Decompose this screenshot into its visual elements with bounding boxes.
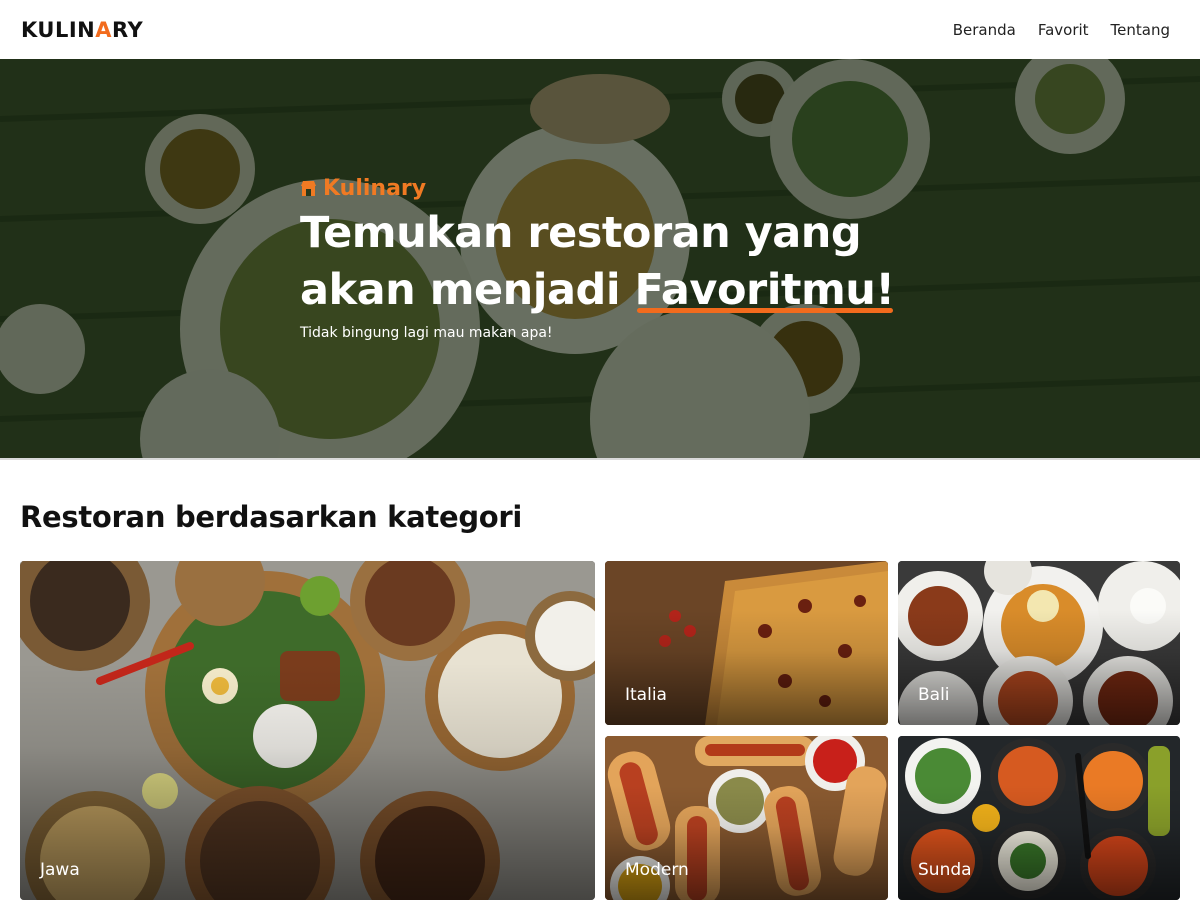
hero-title-highlight: Favoritmu! bbox=[635, 262, 895, 319]
logo[interactable]: KULIN A RY bbox=[21, 18, 143, 42]
category-card-modern[interactable]: Modern bbox=[605, 736, 888, 900]
category-section-title: Restoran berdasarkan kategori bbox=[20, 500, 523, 534]
hero-brand-name: Kulinary bbox=[323, 176, 427, 201]
hero-brand: Kulinary bbox=[300, 176, 940, 201]
hero-title-line1: Temukan restoran yang bbox=[300, 208, 862, 258]
hero-content: Kulinary Temukan restoran yang akan menj… bbox=[300, 176, 940, 341]
category-label-jawa: Jawa bbox=[40, 860, 80, 880]
card-shade bbox=[20, 561, 595, 900]
logo-text-suffix: RY bbox=[112, 17, 144, 42]
category-label-bali: Bali bbox=[918, 685, 950, 705]
hero-title-line2: akan menjadi bbox=[300, 265, 635, 315]
category-card-italia[interactable]: Italia bbox=[605, 561, 888, 725]
category-label-italia: Italia bbox=[625, 685, 667, 705]
category-card-sunda[interactable]: Sunda bbox=[898, 736, 1180, 900]
navbar: KULIN A RY Beranda Favorit Tentang bbox=[0, 0, 1200, 59]
category-card-jawa[interactable]: Jawa bbox=[20, 561, 595, 900]
nav-link-beranda[interactable]: Beranda bbox=[942, 13, 1027, 47]
hero-divider bbox=[0, 458, 1200, 460]
hero-subtitle: Tidak bingung lagi mau makan apa! bbox=[300, 325, 553, 341]
category-card-bali[interactable]: Bali bbox=[898, 561, 1180, 725]
shop-icon bbox=[301, 181, 316, 196]
hero-title: Temukan restoran yang akan menjadi Favor… bbox=[300, 205, 940, 319]
logo-text-accent: A bbox=[95, 17, 112, 42]
nav-link-favorit[interactable]: Favorit bbox=[1027, 13, 1100, 47]
hero-banner: Kulinary Temukan restoran yang akan menj… bbox=[0, 59, 1200, 460]
category-label-modern: Modern bbox=[625, 860, 689, 880]
nav-link-tentang[interactable]: Tentang bbox=[1100, 13, 1178, 47]
nav-menu: Beranda Favorit Tentang bbox=[942, 13, 1178, 47]
logo-text-prefix: KULIN bbox=[21, 17, 96, 42]
category-label-sunda: Sunda bbox=[918, 860, 972, 880]
